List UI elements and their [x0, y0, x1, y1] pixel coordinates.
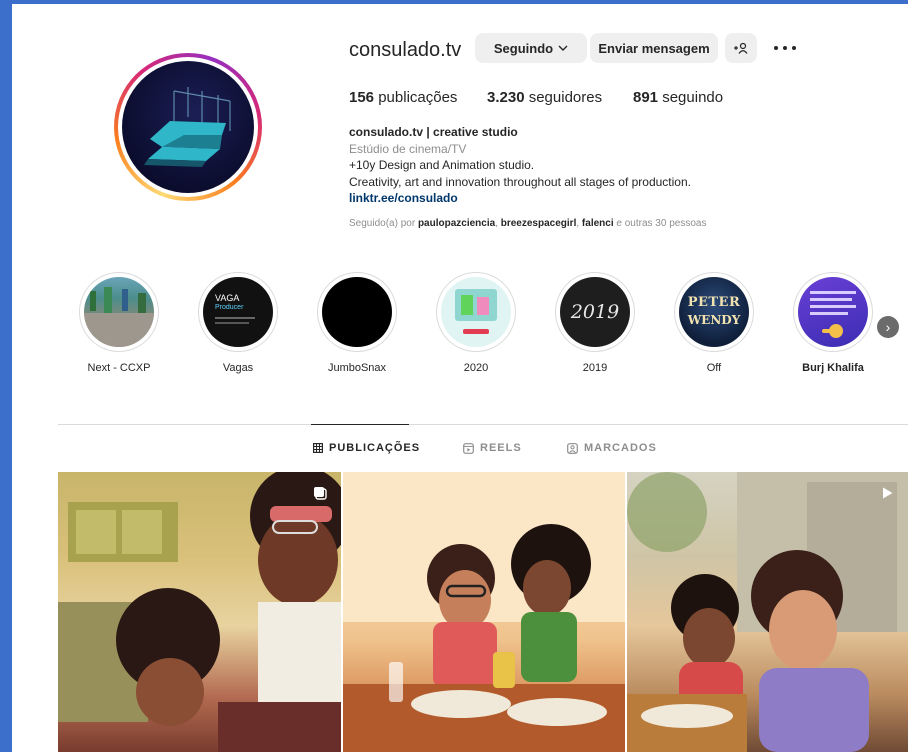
highlight-2020[interactable]: 2020 [428, 272, 524, 374]
profile-username: consulado.tv [349, 39, 462, 61]
tagged-person-icon [567, 442, 578, 454]
highlight-next-ccxp[interactable]: Next - CCXP [71, 272, 167, 374]
reels-icon [463, 442, 474, 454]
followers-count[interactable]: 3.230 seguidores [487, 89, 602, 106]
reel-play-icon [883, 487, 893, 499]
highlight-image: VAGA Producer [203, 277, 273, 347]
tab-tagged[interactable]: MARCADOS [567, 442, 657, 454]
highlight-image: PETER WENDY [679, 277, 749, 347]
avatar-logo-image [122, 61, 254, 193]
highlights-next-button[interactable]: › [877, 316, 899, 338]
post-illustration [627, 472, 908, 752]
suggested-users-button[interactable] [725, 33, 757, 63]
bio-category: Estúdio de cinema/TV [349, 141, 467, 156]
post-thumbnail[interactable] [627, 472, 908, 752]
highlight-image [84, 277, 154, 347]
add-person-icon [734, 42, 748, 54]
bio-name: consulado.tv | creative studio [349, 125, 518, 139]
send-message-button[interactable]: Enviar mensagem [590, 33, 718, 63]
carousel-icon [314, 487, 327, 500]
chevron-down-icon [558, 45, 568, 51]
bio-link[interactable]: linktr.ee/consulado [349, 190, 829, 207]
grid-icon [313, 443, 323, 453]
highlight-image [798, 277, 868, 347]
post-illustration [58, 472, 341, 752]
tabs-divider [58, 424, 908, 425]
more-options-icon[interactable] [772, 42, 798, 54]
highlight-image [322, 277, 392, 347]
following-count[interactable]: 891 seguindo [633, 89, 723, 106]
tab-reels[interactable]: REELS [463, 442, 522, 454]
posts-count[interactable]: 156 publicações [349, 89, 457, 106]
followed-by[interactable]: Seguido(a) por paulopazciencia, breezesp… [349, 218, 706, 229]
tab-posts[interactable]: PUBLICAÇÕES [313, 442, 420, 454]
bio-line-2: Creativity, art and innovation throughou… [349, 174, 691, 189]
highlight-2019[interactable]: 2019 2019 [547, 272, 643, 374]
highlight-vagas[interactable]: VAGA Producer Vagas [190, 272, 286, 374]
highlight-image: 2019 [560, 277, 630, 347]
send-message-label: Enviar mensagem [598, 40, 710, 56]
profile-page: consulado.tv Seguindo Enviar mensagem 15… [12, 4, 908, 752]
profile-bio: consulado.tv | creative studio Estúdio d… [349, 124, 829, 207]
post-thumbnail[interactable] [58, 472, 341, 752]
bio-line-1: +10y Design and Animation studio. [349, 158, 535, 172]
chevron-right-icon: › [885, 319, 891, 335]
post-illustration [343, 472, 625, 752]
profile-avatar[interactable] [114, 53, 262, 201]
active-tab-indicator [311, 424, 409, 425]
highlight-burj-khalifa[interactable]: Burj Khalifa [785, 272, 881, 374]
highlight-jumbosnax[interactable]: JumboSnax [309, 272, 405, 374]
highlight-off[interactable]: PETER WENDY Off [666, 272, 762, 374]
post-thumbnail[interactable] [343, 472, 625, 752]
following-button[interactable]: Seguindo [475, 33, 587, 63]
highlight-image [441, 277, 511, 347]
following-button-label: Seguindo [493, 40, 554, 56]
